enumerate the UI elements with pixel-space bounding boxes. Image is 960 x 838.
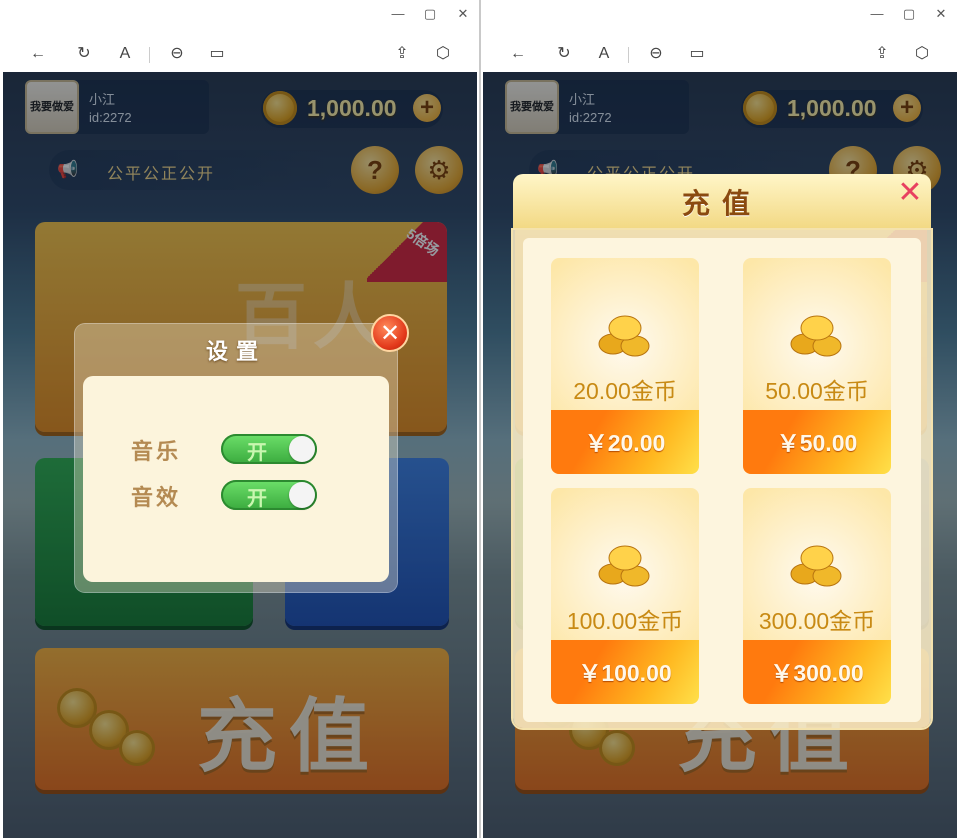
package-grid: 20.00金币 ￥20.00 50.00金币 ￥50.00 100.00金币 ￥… — [523, 238, 921, 722]
package-card[interactable]: 300.00金币 ￥300.00 — [743, 488, 891, 704]
maximize-button[interactable]: ▢ — [422, 6, 438, 22]
package-card[interactable]: 50.00金币 ￥50.00 — [743, 258, 891, 474]
sfx-toggle-state: 开 — [247, 488, 267, 510]
music-label: 音乐 — [131, 439, 182, 464]
back-icon[interactable]: ← — [507, 43, 529, 65]
package-price: ￥300.00 — [770, 660, 864, 686]
gold-coins-icon — [790, 545, 842, 587]
share-icon[interactable]: ⇪ — [391, 43, 413, 65]
toggle-knob — [289, 436, 315, 462]
share-icon[interactable]: ⇪ — [871, 43, 893, 65]
recharge-title: 充值 — [681, 188, 762, 219]
package-price: ￥100.00 — [578, 660, 672, 686]
recharge-body: 20.00金币 ￥20.00 50.00金币 ￥50.00 100.00金币 ￥… — [513, 230, 931, 728]
toggle-knob — [289, 482, 315, 508]
close-settings-button[interactable]: ✕ — [371, 314, 409, 352]
package-price-bar[interactable]: ￥300.00 — [743, 640, 891, 704]
settings-title: 设置 — [205, 339, 266, 364]
close-recharge-button[interactable]: ✕ — [895, 178, 925, 208]
minimize-button[interactable]: — — [390, 6, 406, 22]
recharge-dialog: 充值 ✕ 20.00金币 ￥20.00 50.00金币 ￥50.00 100.0… — [513, 174, 931, 728]
title-bar: — ▢ ✕ — [481, 0, 960, 28]
window-icon[interactable]: ▭ — [686, 43, 708, 65]
game-lobby: 我要做爱 小江 id:2272 1,000.00 + 📢 公平公正公开 ? ⚙ … — [3, 72, 477, 838]
font-icon[interactable]: A — [593, 43, 615, 65]
right-window: — ▢ ✕ ← ↻ A ⊖ ▭ ⇪ ⬡ 我要做爱 小江 id:2272 1,00… — [481, 0, 960, 838]
package-price-bar[interactable]: ￥20.00 — [551, 410, 699, 474]
toolbar-separator — [628, 47, 629, 63]
package-coins: 20.00金币 — [573, 378, 677, 404]
gold-coins-icon — [598, 545, 650, 587]
close-window-button[interactable]: ✕ — [455, 6, 471, 22]
window-icon[interactable]: ▭ — [206, 43, 228, 65]
minimize-button[interactable]: — — [869, 6, 885, 22]
package-coins: 50.00金币 — [765, 378, 869, 404]
font-icon[interactable]: A — [114, 43, 136, 65]
music-toggle-state: 开 — [247, 442, 267, 464]
package-coins: 100.00金币 — [566, 608, 684, 634]
sfx-toggle[interactable]: 开 — [221, 480, 317, 510]
package-coins: 300.00金币 — [758, 608, 876, 634]
game-lobby: 我要做爱 小江 id:2272 1,000.00 + 📢 公平公正公开 ? ⚙ … — [483, 72, 957, 838]
package-price-bar[interactable]: ￥50.00 — [743, 410, 891, 474]
package-price: ￥20.00 — [584, 430, 666, 456]
link-icon[interactable]: ⊖ — [166, 43, 188, 65]
browser-toolbar: ← ↻ A ⊖ ▭ ⇪ ⬡ — [0, 36, 479, 70]
gold-coins-icon — [598, 315, 650, 357]
recharge-header: 充值 ✕ — [513, 174, 931, 230]
music-toggle[interactable]: 开 — [221, 434, 317, 464]
refresh-icon[interactable]: ↻ — [553, 43, 575, 65]
browser-toolbar: ← ↻ A ⊖ ▭ ⇪ ⬡ — [481, 36, 960, 70]
sfx-label: 音效 — [131, 485, 182, 510]
settings-dialog: 设置 ✕ 音乐 开 音效 开 — [75, 314, 409, 592]
settings-panel: 音乐 开 音效 开 — [83, 376, 389, 582]
package-card[interactable]: 20.00金币 ￥20.00 — [551, 258, 699, 474]
toolbar-separator — [149, 47, 150, 63]
cube-icon[interactable]: ⬡ — [911, 43, 933, 65]
maximize-button[interactable]: ▢ — [901, 6, 917, 22]
left-window: — ▢ ✕ ← ↻ A ⊖ ▭ ⇪ ⬡ 我要做爱 小江 id:2272 1,00… — [0, 0, 479, 838]
link-icon[interactable]: ⊖ — [645, 43, 667, 65]
package-price-bar[interactable]: ￥100.00 — [551, 640, 699, 704]
title-bar: — ▢ ✕ — [0, 0, 479, 28]
close-window-button[interactable]: ✕ — [933, 6, 949, 22]
package-card[interactable]: 100.00金币 ￥100.00 — [551, 488, 699, 704]
refresh-icon[interactable]: ↻ — [73, 43, 95, 65]
back-icon[interactable]: ← — [27, 43, 49, 65]
gold-coins-icon — [790, 315, 842, 357]
package-price: ￥50.00 — [776, 430, 858, 456]
cube-icon[interactable]: ⬡ — [432, 43, 454, 65]
